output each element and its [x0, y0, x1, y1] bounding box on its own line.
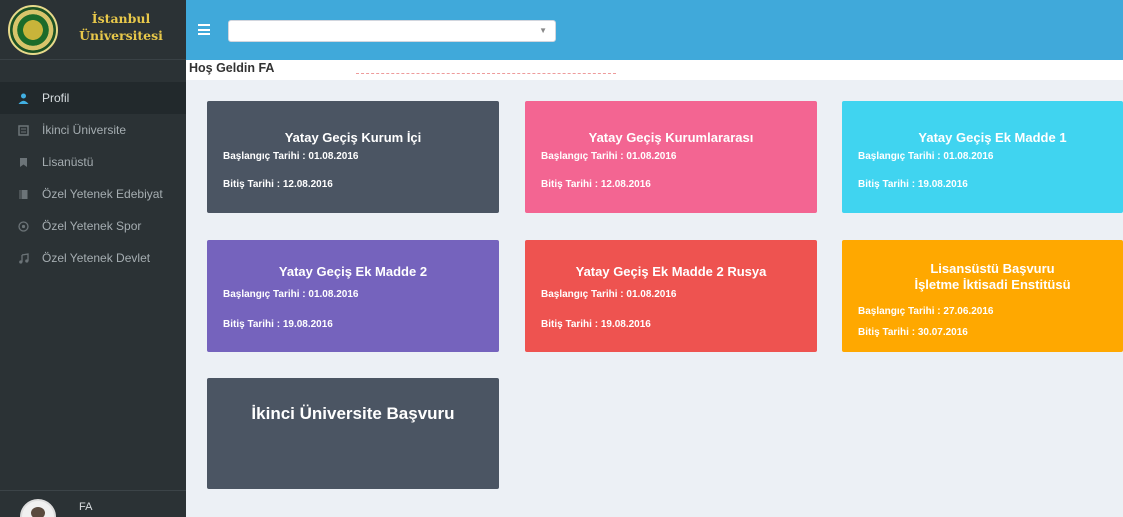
- sidebar-item-ikinci-universite[interactable]: İkinci Üniversite: [0, 114, 186, 146]
- sidebar-item-label: Profil: [42, 91, 70, 105]
- user-icon: [16, 91, 30, 105]
- welcome-underline: [356, 73, 616, 75]
- book-icon: [16, 187, 30, 201]
- brand-name: İstanbul Üniversitesi: [62, 10, 180, 44]
- card-title: Yatay Geçiş Kurum İçi: [284, 130, 422, 145]
- football-icon: [16, 219, 30, 233]
- card-subtitle: İşletme İktisadi Enstitüsü: [914, 277, 1071, 292]
- card-start-date: Başlangıç Tarihi : 01.08.2016: [223, 289, 359, 300]
- card-title: İkinci Üniversite Başvuru: [251, 404, 455, 423]
- avatar: [20, 499, 56, 517]
- card-yatay-gecis-kurum-ici[interactable]: Yatay Geçiş Kurum İçi Başlangıç Tarihi :…: [207, 101, 499, 213]
- card-yatay-gecis-kurumlararasi[interactable]: Yatay Geçiş Kurumlararası Başlangıç Tari…: [525, 101, 817, 213]
- card-title: Yatay Geçiş Ek Madde 2: [278, 264, 428, 279]
- card-end-date: Bitiş Tarihi : 19.08.2016: [541, 319, 651, 330]
- card-end-date: Bitiş Tarihi : 19.08.2016: [858, 179, 968, 190]
- card-start-date: Başlangıç Tarihi : 27.06.2016: [858, 306, 994, 317]
- card-start-date: Başlangıç Tarihi : 01.08.2016: [223, 151, 359, 162]
- sidebar-menu: Profil İkinci Üniversite Lisanüstü Özel …: [0, 82, 186, 274]
- sidebar-item-label: Özel Yetenek Spor: [42, 219, 142, 233]
- card-ikinci-universite-basvuru[interactable]: İkinci Üniversite Başvuru: [207, 378, 499, 489]
- bookmark-icon: [16, 155, 30, 169]
- brand-line-2: Üniversitesi: [79, 28, 163, 43]
- user-panel[interactable]: FA: [0, 490, 186, 517]
- main-content: Yatay Geçiş Kurum İçi Başlangıç Tarihi :…: [186, 80, 1123, 517]
- card-end-date: Bitiş Tarihi : 12.08.2016: [541, 179, 651, 190]
- card-title: Yatay Geçiş Kurumlararası: [588, 130, 754, 145]
- card-start-date: Başlangıç Tarihi : 01.08.2016: [541, 151, 677, 162]
- brand[interactable]: İstanbul Üniversitesi: [0, 0, 186, 60]
- sidebar-item-ozel-yetenek-devlet[interactable]: Özel Yetenek Devlet: [0, 242, 186, 274]
- card-yatay-gecis-ek-madde-2[interactable]: Yatay Geçiş Ek Madde 2 Başlangıç Tarihi …: [207, 240, 499, 352]
- card-title: Lisansüstü Başvuru: [930, 261, 1055, 276]
- sidebar-item-label: Özel Yetenek Edebiyat: [42, 187, 163, 201]
- card-start-date: Başlangıç Tarihi : 01.08.2016: [858, 151, 994, 162]
- card-lisansustu-basvuru[interactable]: Lisansüstü Başvuru İşletme İktisadi Enst…: [842, 240, 1123, 352]
- sidebar-item-ozel-yetenek-edebiyat[interactable]: Özel Yetenek Edebiyat: [0, 178, 186, 210]
- university-logo: [8, 5, 58, 55]
- card-end-date: Bitiş Tarihi : 12.08.2016: [223, 179, 333, 190]
- card-end-date: Bitiş Tarihi : 30.07.2016: [858, 327, 968, 338]
- sidebar-item-label: Lisanüstü: [42, 155, 94, 169]
- menu-toggle-icon[interactable]: [198, 24, 210, 35]
- welcome-bar: Hoş Geldin FA: [186, 60, 1123, 80]
- card-yatay-gecis-ek-madde-2-rusya[interactable]: Yatay Geçiş Ek Madde 2 Rusya Başlangıç T…: [525, 240, 817, 352]
- music-icon: [16, 251, 30, 265]
- application-select[interactable]: ▼: [228, 20, 556, 42]
- document-icon: [16, 123, 30, 137]
- sidebar-item-ozel-yetenek-spor[interactable]: Özel Yetenek Spor: [0, 210, 186, 242]
- sidebar: İstanbul Üniversitesi Profil İkinci Üniv…: [0, 0, 186, 517]
- top-navbar: ▼: [186, 0, 1123, 60]
- sidebar-item-label: İkinci Üniversite: [42, 123, 127, 137]
- card-title: Yatay Geçiş Ek Madde 2 Rusya: [575, 264, 767, 279]
- sidebar-item-label: Özel Yetenek Devlet: [42, 251, 151, 265]
- brand-line-1: İstanbul: [91, 11, 151, 26]
- card-start-date: Başlangıç Tarihi : 01.08.2016: [541, 289, 677, 300]
- card-end-date: Bitiş Tarihi : 19.08.2016: [223, 319, 333, 330]
- user-name: FA: [79, 501, 93, 513]
- sidebar-item-lisanustu[interactable]: Lisanüstü: [0, 146, 186, 178]
- chevron-down-icon: ▼: [539, 26, 547, 35]
- sidebar-item-profil[interactable]: Profil: [0, 82, 186, 114]
- welcome-text: Hoş Geldin FA: [189, 61, 275, 75]
- card-yatay-gecis-ek-madde-1[interactable]: Yatay Geçiş Ek Madde 1 Başlangıç Tarihi …: [842, 101, 1123, 213]
- card-title: Yatay Geçiş Ek Madde 1: [918, 130, 1067, 145]
